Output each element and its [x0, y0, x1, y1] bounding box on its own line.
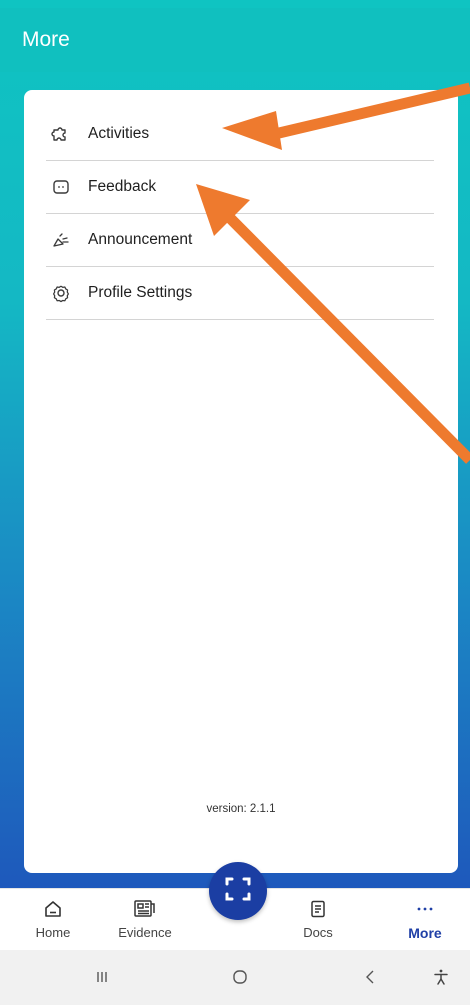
menu-item-profile-settings[interactable]: Profile Settings — [46, 267, 434, 320]
nav-home[interactable]: Home — [13, 897, 93, 940]
more-menu-card: Activities Feedback Announcement Profile… — [24, 90, 458, 873]
system-navigation-bar — [0, 950, 470, 1005]
page-title: More — [22, 28, 70, 51]
nav-docs[interactable]: Docs — [278, 897, 358, 940]
menu-item-label: Activities — [88, 125, 150, 142]
gear-icon — [50, 282, 72, 304]
nav-evidence[interactable]: Evidence — [105, 897, 185, 940]
menu-item-feedback[interactable]: Feedback — [46, 161, 434, 214]
nav-more[interactable]: More — [385, 897, 465, 941]
nav-label: More — [408, 925, 442, 941]
version-label: version: 2.1.1 — [206, 803, 276, 815]
menu-item-activities[interactable]: Activities — [46, 108, 434, 161]
menu-item-announcement[interactable]: Announcement — [46, 214, 434, 267]
chat-bubble-icon — [50, 176, 72, 198]
menu-item-label: Announcement — [88, 231, 193, 248]
menu-item-label: Profile Settings — [88, 284, 193, 301]
nav-label: Docs — [303, 925, 333, 940]
scan-icon — [223, 874, 253, 909]
megaphone-icon — [50, 229, 72, 251]
nav-label: Evidence — [118, 925, 172, 940]
recent-apps-icon[interactable] — [82, 965, 122, 989]
home-circle-icon[interactable] — [220, 965, 260, 989]
menu-item-label: Feedback — [88, 178, 157, 195]
document-icon — [310, 897, 326, 921]
accessibility-icon[interactable] — [421, 965, 461, 989]
app-bar: More — [0, 8, 470, 72]
more-dots-icon — [416, 897, 434, 921]
puzzle-icon — [50, 123, 72, 145]
scan-button[interactable] — [209, 862, 267, 920]
home-icon — [44, 897, 62, 921]
more-menu-list: Activities Feedback Announcement Profile… — [46, 108, 434, 320]
status-bar — [0, 0, 470, 8]
back-icon[interactable] — [350, 965, 390, 989]
newspaper-icon — [133, 897, 157, 921]
nav-label: Home — [35, 925, 71, 940]
